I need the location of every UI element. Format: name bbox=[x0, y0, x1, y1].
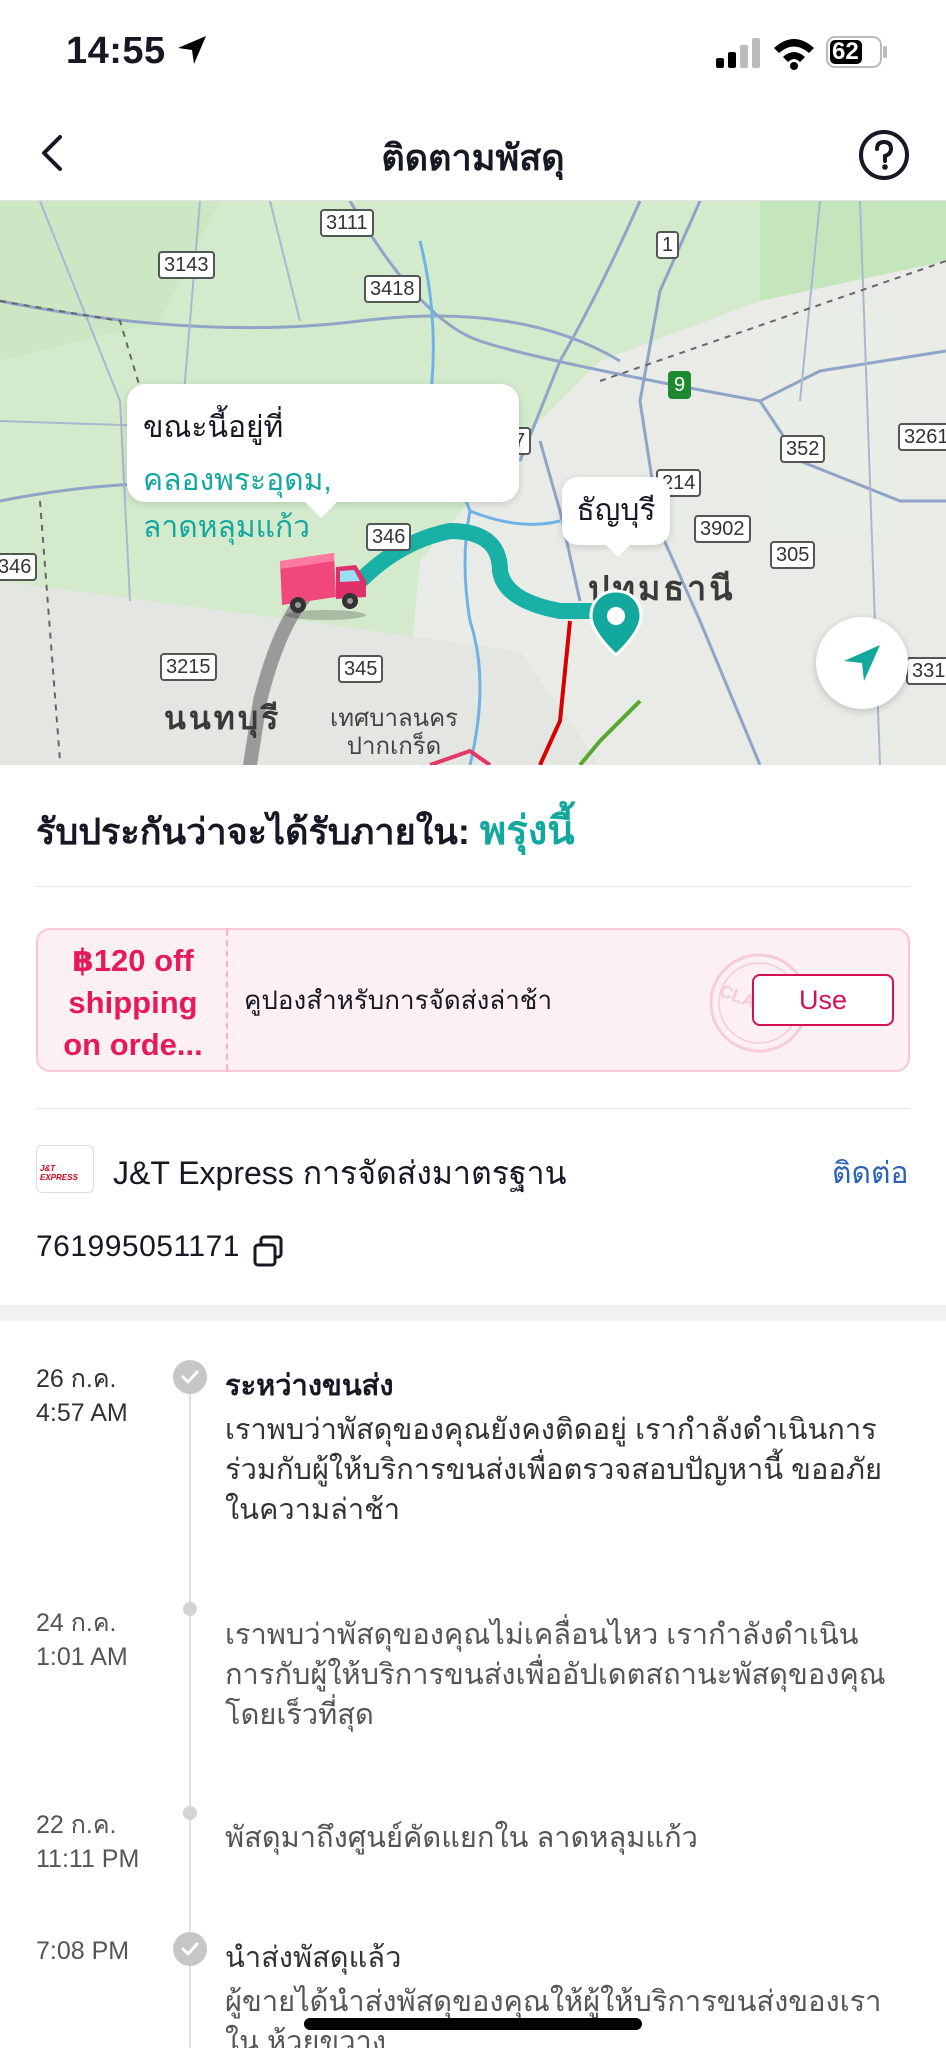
timeline-line-text: การกับผู้ให้บริการขนส่งเพื่ออัปเดตสถานะพ… bbox=[225, 1659, 886, 1691]
timeline-line-text: เราพบว่าพัสดุของคุณยังคงติดอยู่ เรากำลัง… bbox=[225, 1414, 877, 1446]
road-shield: 3215 bbox=[160, 653, 217, 681]
timeline-line-text: เราพบว่าพัสดุของคุณไม่เคลื่อนไหว เรากำลั… bbox=[225, 1619, 859, 1651]
road-shield: 346 bbox=[0, 553, 38, 581]
callout-location: คลองพระอุดม, ลาดหลุมแก้ว bbox=[143, 464, 332, 544]
jt-express-logo-text: J&T EXPRESS bbox=[40, 1164, 78, 1182]
late-delivery-coupon: ฿120 off shipping on orde... คูปองสำหรับ… bbox=[36, 928, 910, 1072]
home-indicator[interactable] bbox=[304, 2018, 642, 2030]
road-shield: 3261 bbox=[898, 423, 946, 451]
timeline-description: เราพบว่าพัสดุของคุณยังคงติดอยู่ เรากำลัง… bbox=[225, 1410, 915, 1530]
coupon-amount-line1: ฿120 off bbox=[72, 943, 194, 978]
timeline-check-icon bbox=[173, 1932, 207, 1966]
timeline-description: ผู้ขายได้นำส่งพัสดุของคุณให้ผู้ให้บริการ… bbox=[225, 1982, 915, 2048]
coupon-description: คูปองสำหรับการจัดส่งล่าช้า bbox=[244, 985, 553, 1015]
divider bbox=[36, 1108, 910, 1109]
timeline-date: 26 ก.ค. 4:57 AM bbox=[36, 1362, 128, 1430]
road-shield: 1 bbox=[656, 231, 680, 259]
header: ติดตามพัสดุ bbox=[0, 105, 946, 201]
timeline-line-text: ในความล่าช้า bbox=[225, 1494, 401, 1526]
help-icon[interactable] bbox=[858, 129, 910, 181]
timeline-date-time: 1:01 AM bbox=[36, 1643, 128, 1671]
copy-icon[interactable] bbox=[252, 1234, 284, 1268]
map-label-pakkret-line1: เทศบาลนคร bbox=[330, 705, 459, 732]
timeline-title: นำส่งพัสดุแล้ว bbox=[225, 1942, 402, 1974]
road-shield: 3902 bbox=[694, 515, 751, 543]
status-bar: 14:55 62 bbox=[0, 0, 946, 105]
timeline-date-day: 26 ก.ค. bbox=[36, 1365, 117, 1393]
use-coupon-button[interactable]: Use bbox=[752, 974, 894, 1026]
timeline-date-time: 4:57 AM bbox=[36, 1399, 128, 1427]
coupon-separator bbox=[226, 930, 228, 1070]
wifi-icon bbox=[774, 39, 814, 70]
page-title: ติดตามพัสดุ bbox=[381, 137, 565, 178]
coupon-amount-line2: shipping bbox=[68, 985, 198, 1020]
timeline-dot bbox=[183, 1806, 197, 1820]
coupon-amount-line3: on orde... bbox=[63, 1027, 203, 1062]
destination-pin-icon bbox=[589, 589, 643, 657]
carrier-name: J&T Express การจัดส่งมาตรฐาน bbox=[113, 1155, 567, 1191]
road-shield: 3418 bbox=[364, 275, 421, 303]
timeline-dot bbox=[183, 1602, 197, 1616]
guarantee-label: รับประกันว่าจะได้รับภายใน: bbox=[36, 811, 470, 852]
timeline-date-day: 24 ก.ค. bbox=[36, 1609, 117, 1637]
location-arrow-icon bbox=[178, 36, 206, 64]
battery-level: 62 bbox=[832, 38, 859, 65]
timeline-line-text: โดยเร็วที่สุด bbox=[225, 1699, 374, 1731]
divider bbox=[36, 886, 910, 887]
timeline-date: 7:08 PM bbox=[36, 1934, 129, 1968]
map-label-pakkret-line2: ปากเกร็ด bbox=[346, 733, 442, 760]
timeline-date-day: 22 ก.ค. bbox=[36, 1811, 117, 1839]
recenter-button[interactable] bbox=[816, 617, 908, 709]
section-separator bbox=[0, 1305, 946, 1321]
map-label-nonthaburi: นนทบุรี bbox=[164, 700, 282, 736]
timeline-title: ระหว่างขนส่ง bbox=[225, 1370, 394, 1402]
coupon-amount: ฿120 off shipping on orde... bbox=[38, 930, 228, 1070]
destination-callout: ธัญบุรี bbox=[562, 477, 670, 557]
tracking-number: 761995051171 bbox=[36, 1230, 240, 1263]
guarantee-value: พรุ่งนี้ bbox=[479, 809, 575, 853]
map-label-pakkret: เทศบาลนคร ปากเกร็ด bbox=[330, 705, 458, 761]
timeline-date-time: 11:11 PM bbox=[36, 1845, 140, 1873]
cellular-signal-icon bbox=[716, 38, 760, 68]
timeline-date: 22 ก.ค. 11:11 PM bbox=[36, 1808, 139, 1876]
timeline-description: พัสดุมาถึงศูนย์คัดแยกใน ลาดหลุมแก้ว bbox=[225, 1818, 915, 1858]
navigation-arrow-icon bbox=[844, 645, 880, 681]
delivery-guarantee: รับประกันว่าจะได้รับภายใน: พรุ่งนี้ bbox=[36, 798, 575, 862]
callout-label: ขณะนี้อยู่ที่ bbox=[143, 411, 284, 444]
road-shield: 9 bbox=[668, 371, 692, 399]
contact-carrier-link[interactable]: ติดต่อ bbox=[832, 1150, 908, 1197]
timeline-date: 24 ก.ค. 1:01 AM bbox=[36, 1606, 128, 1674]
road-shield: 3111 bbox=[320, 209, 374, 237]
road-shield: 305 bbox=[770, 541, 816, 569]
road-shield: 352 bbox=[780, 435, 826, 463]
timeline-line-text: ร่วมกับผู้ให้บริการขนส่งเพื่อตรวจสอบปัญห… bbox=[225, 1454, 882, 1486]
timeline-description: เราพบว่าพัสดุของคุณไม่เคลื่อนไหว เรากำลั… bbox=[225, 1615, 915, 1735]
road-shield: 345 bbox=[338, 655, 384, 683]
delivery-truck-icon bbox=[280, 553, 366, 620]
timeline-line-text: ผู้ขายได้นำส่งพัสดุของคุณให้ผู้ให้บริการ… bbox=[225, 1986, 882, 2018]
jt-express-logo: J&T EXPRESS bbox=[36, 1145, 94, 1193]
battery-icon: 62 bbox=[826, 36, 888, 68]
road-shield: 3312 bbox=[906, 657, 946, 685]
current-location-callout: ขณะนี้อยู่ที่ คลองพระอุดม, ลาดหลุมแก้ว bbox=[127, 384, 519, 544]
timeline-date-time: 7:08 PM bbox=[36, 1937, 130, 1965]
tracking-map[interactable]: 3111 3143 3418 1 9 352 3261 346 214 3902… bbox=[0, 201, 946, 765]
timeline-line-text: พัสดุมาถึงศูนย์คัดแยกใน ลาดหลุมแก้ว bbox=[225, 1822, 698, 1854]
status-time: 14:55 bbox=[66, 30, 166, 72]
road-shield: 3143 bbox=[158, 251, 215, 279]
timeline-check-icon bbox=[173, 1360, 207, 1394]
